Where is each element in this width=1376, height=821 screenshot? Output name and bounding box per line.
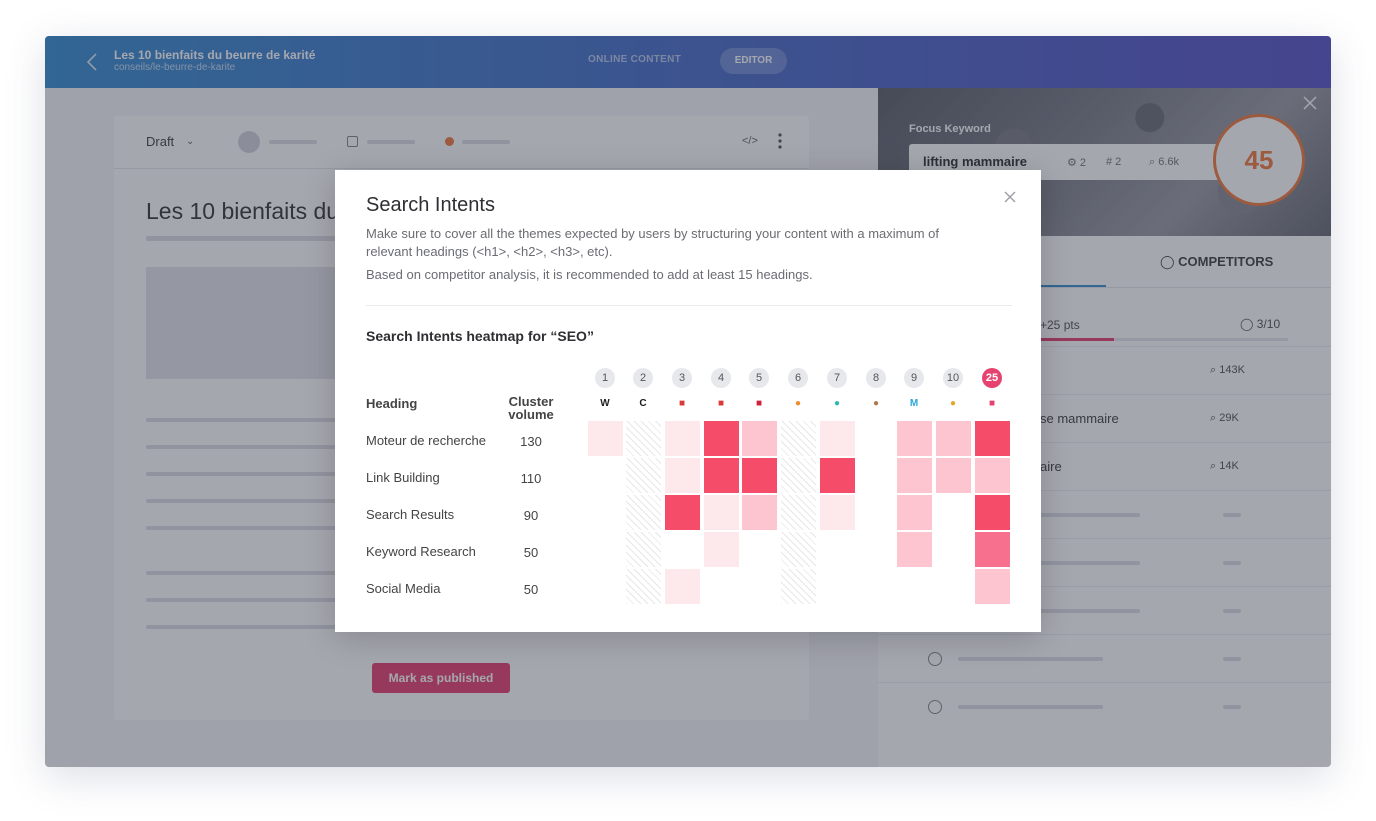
heatmap-cell[interactable] bbox=[975, 421, 1010, 456]
search-intents-modal: Search Intents Make sure to cover all th… bbox=[335, 170, 1041, 632]
heatmap-cell[interactable] bbox=[665, 532, 700, 567]
heatmap-cell[interactable] bbox=[781, 458, 816, 493]
competitor-rank-3[interactable]: 3 bbox=[672, 368, 692, 388]
heatmap-cell[interactable] bbox=[588, 569, 623, 604]
heatmap-row-label: Moteur de recherche bbox=[366, 433, 486, 448]
heatmap-cell[interactable] bbox=[859, 495, 894, 530]
heatmap-cell[interactable] bbox=[859, 458, 894, 493]
heatmap-cell[interactable] bbox=[704, 458, 739, 493]
competitor-rank-1[interactable]: 1 bbox=[595, 368, 615, 388]
heatmap-cell[interactable] bbox=[936, 458, 971, 493]
heatmap-cell[interactable] bbox=[820, 495, 855, 530]
heatmap-cell[interactable] bbox=[742, 532, 777, 567]
heatmap-cell[interactable] bbox=[626, 569, 661, 604]
heatmap-cell[interactable] bbox=[975, 495, 1010, 530]
heatmap-cell[interactable] bbox=[859, 532, 894, 567]
heatmap-row-volume: 130 bbox=[520, 434, 542, 449]
heatmap-cell[interactable] bbox=[588, 532, 623, 567]
heatmap-cell[interactable] bbox=[626, 532, 661, 567]
heatmap-cell[interactable] bbox=[665, 458, 700, 493]
heatmap-cell[interactable] bbox=[897, 458, 932, 493]
heatmap-row-volume: 110 bbox=[520, 471, 542, 486]
heatmap-cell[interactable] bbox=[975, 532, 1010, 567]
heatmap-cell[interactable] bbox=[936, 532, 971, 567]
heatmap-cell[interactable] bbox=[936, 495, 971, 530]
heatmap-cell[interactable] bbox=[704, 532, 739, 567]
heatmap-row-label: Keyword Research bbox=[366, 544, 476, 559]
heatmap-cell[interactable] bbox=[859, 421, 894, 456]
heatmap-cell[interactable] bbox=[626, 458, 661, 493]
heatmap-cell[interactable] bbox=[975, 458, 1010, 493]
column-header-heading: Heading bbox=[366, 396, 418, 411]
heatmap-cell[interactable] bbox=[588, 495, 623, 530]
competitor-rank-9[interactable]: 9 bbox=[904, 368, 924, 388]
heatmap-cell[interactable] bbox=[897, 495, 932, 530]
competitor-rank-8[interactable]: 8 bbox=[866, 368, 886, 388]
heatmap-cell[interactable] bbox=[897, 421, 932, 456]
column-header-volume: Cluster volume bbox=[508, 394, 554, 422]
competitor-rank-10[interactable]: 10 bbox=[943, 368, 963, 388]
heatmap-cell[interactable] bbox=[936, 569, 971, 604]
google-icon[interactable]: ● bbox=[947, 398, 959, 410]
heatmap-cell[interactable] bbox=[704, 421, 739, 456]
heatmap-title: Search Intents heatmap for “SEO” bbox=[366, 328, 594, 344]
heatmap-row-volume: 90 bbox=[523, 508, 539, 523]
heatmap-cell[interactable] bbox=[588, 458, 623, 493]
heatmap-row-volume: 50 bbox=[523, 582, 539, 597]
orange-logo-icon[interactable]: ● bbox=[792, 398, 804, 410]
heatmap-cell[interactable] bbox=[859, 569, 894, 604]
heatmap-cell[interactable] bbox=[626, 421, 661, 456]
heatmap-row-label: Link Building bbox=[366, 470, 440, 485]
heatmap-cell[interactable] bbox=[742, 458, 777, 493]
heatmap-cell[interactable] bbox=[781, 532, 816, 567]
heatmap-cell[interactable] bbox=[742, 421, 777, 456]
heatmap-cell[interactable] bbox=[781, 569, 816, 604]
m-logo-icon[interactable]: M bbox=[908, 398, 920, 410]
competitor-rank-4[interactable]: 4 bbox=[711, 368, 731, 388]
modal-title: Search Intents bbox=[366, 194, 495, 216]
competitor-rank-5[interactable]: 5 bbox=[749, 368, 769, 388]
heatmap-cell[interactable] bbox=[820, 569, 855, 604]
pink-logo-icon[interactable]: ■ bbox=[986, 398, 998, 410]
heatmap-cell[interactable] bbox=[781, 495, 816, 530]
red-logo-icon[interactable]: ■ bbox=[753, 398, 765, 410]
heatmap-cell[interactable] bbox=[820, 421, 855, 456]
heatmap-cell[interactable] bbox=[704, 569, 739, 604]
competitor-rank-6[interactable]: 6 bbox=[788, 368, 808, 388]
heatmap-cell[interactable] bbox=[742, 495, 777, 530]
heatmap-cell[interactable] bbox=[665, 569, 700, 604]
c-logo-icon[interactable]: C bbox=[637, 398, 649, 410]
heatmap-row-label: Search Results bbox=[366, 507, 455, 522]
heatmap-cell[interactable] bbox=[626, 495, 661, 530]
heatmap-cell[interactable] bbox=[820, 458, 855, 493]
heatmap-cell[interactable] bbox=[704, 495, 739, 530]
heatmap-cell[interactable] bbox=[936, 421, 971, 456]
heatmap-cell[interactable] bbox=[588, 421, 623, 456]
heatmap-row-volume: 50 bbox=[523, 545, 539, 560]
heatmap-cell[interactable] bbox=[897, 569, 932, 604]
heatmap-cell[interactable] bbox=[781, 421, 816, 456]
competitor-rank-2[interactable]: 2 bbox=[633, 368, 653, 388]
modal-description: Make sure to cover all the themes expect… bbox=[366, 226, 939, 259]
teal-logo-icon[interactable]: ● bbox=[831, 398, 843, 410]
wikipedia-icon[interactable]: W bbox=[599, 398, 611, 410]
heatmap-cell[interactable] bbox=[665, 421, 700, 456]
modal-recommendation: Based on competitor analysis, it is reco… bbox=[366, 267, 813, 282]
heatmap-cell[interactable] bbox=[975, 569, 1010, 604]
heatmap-cell[interactable] bbox=[820, 532, 855, 567]
competitor-rank-25[interactable]: 25 bbox=[982, 368, 1002, 388]
heatmap-cell[interactable] bbox=[742, 569, 777, 604]
red-square-icon[interactable]: ■ bbox=[715, 398, 727, 410]
heatmap-cell[interactable] bbox=[665, 495, 700, 530]
competitor-rank-7[interactable]: 7 bbox=[827, 368, 847, 388]
divider bbox=[366, 305, 1012, 306]
flag-icon[interactable]: ■ bbox=[676, 398, 688, 410]
face-icon[interactable]: ● bbox=[870, 398, 882, 410]
heatmap-cell[interactable] bbox=[897, 532, 932, 567]
close-icon[interactable] bbox=[1003, 190, 1017, 204]
heatmap-row-label: Social Media bbox=[366, 581, 441, 596]
